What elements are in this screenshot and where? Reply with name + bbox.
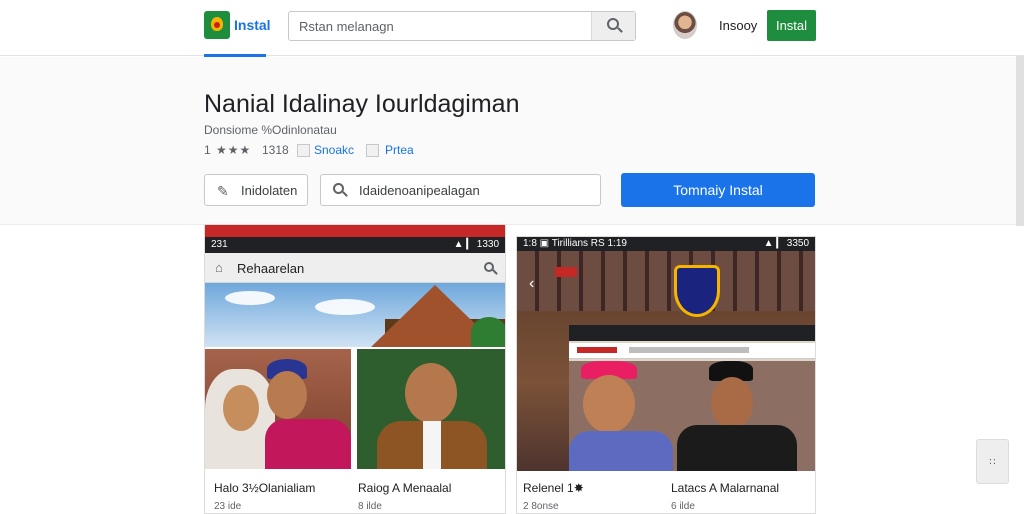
rating-stars-icon: ★★★	[216, 143, 252, 157]
top-bar: Instal Rstan melanagn Insooy Instal	[0, 0, 1024, 57]
rating-count: 1318	[262, 143, 289, 157]
inner-screen	[569, 325, 815, 471]
back-icon[interactable]: ‹	[529, 275, 534, 293]
red-badge	[555, 267, 577, 277]
install-button[interactable]: Tomnaiy Instal	[621, 173, 815, 207]
search-icon[interactable]	[484, 262, 494, 272]
item-caption[interactable]: Raiog A Menaalal	[358, 481, 451, 495]
item-caption[interactable]: Latacs A Malarnanal	[671, 481, 779, 495]
user-name[interactable]: Insooy	[719, 18, 757, 33]
logo-icon[interactable]	[204, 11, 230, 39]
tag1-label[interactable]: Snoakc	[314, 143, 354, 157]
appbar-label: Rehaarelan	[237, 261, 305, 276]
emblem-icon	[674, 265, 720, 317]
status-icons: ▲ ▎ 1330	[453, 239, 499, 250]
photo-2[interactable]	[357, 349, 505, 469]
tag2-label[interactable]: Prtea	[385, 143, 414, 157]
status-time: 231	[211, 239, 228, 250]
status-time: 1:8 ▣ Tirillians RS 1:19	[523, 238, 627, 249]
app-developer[interactable]: Donsiome %Odinlonatau	[204, 123, 337, 137]
search-field[interactable]: Rstan melanagn	[288, 11, 636, 41]
secondary-search-field[interactable]: Idaidenoanipealagan	[320, 174, 601, 206]
floating-side-button[interactable]: ∷	[976, 439, 1009, 484]
photo-1[interactable]	[205, 349, 351, 469]
phone-top-accent	[205, 225, 505, 237]
status-bar: 231 ▲ ▎ 1330	[205, 237, 505, 253]
edit-icon: ✎	[217, 183, 229, 199]
logo-text[interactable]: Instal	[234, 17, 271, 33]
background-image: ‹	[517, 251, 815, 471]
status-bar: 1:8 ▣ Tirillians RS 1:19 ▲ ▎ 3350	[517, 237, 815, 251]
search-placeholder: Rstan melanagn	[299, 19, 394, 34]
secondary-search-label: Idaidenoanipealagan	[359, 183, 480, 198]
wishlist-label: Inidolaten	[241, 183, 298, 198]
tag1-checkbox[interactable]	[297, 144, 310, 157]
home-icon[interactable]: ⌂	[215, 260, 223, 275]
item-subcaption: 8 ilde	[358, 501, 382, 512]
search-button[interactable]	[591, 12, 635, 40]
search-icon	[333, 183, 344, 194]
screenshot-1[interactable]: 231 ▲ ▎ 1330 ⌂ Rehaarelan Halo 3½Olanial…	[204, 224, 506, 514]
item-subcaption: 6 ilde	[671, 501, 695, 512]
tag2-checkbox[interactable]	[366, 144, 379, 157]
phone-appbar: ⌂ Rehaarelan	[205, 253, 505, 283]
status-icons: ▲ ▎ 3350	[763, 238, 809, 249]
search-icon	[607, 18, 619, 30]
wishlist-button[interactable]: ✎ Inidolaten	[204, 174, 308, 206]
item-caption[interactable]: Relenel 1✸	[523, 481, 584, 495]
scrollbar[interactable]	[1016, 56, 1024, 226]
banner-tree	[471, 317, 505, 347]
top-install-button[interactable]: Instal	[767, 10, 816, 41]
item-subcaption: 2 8onse	[523, 501, 559, 512]
avatar[interactable]	[673, 11, 697, 39]
item-subcaption: 23 ide	[214, 501, 242, 512]
item-caption[interactable]: Halo 3½Olanialiam	[214, 481, 315, 495]
rating-value: 1	[204, 143, 211, 157]
screenshot-2[interactable]: 1:8 ▣ Tirillians RS 1:19 ▲ ▎ 3350 ‹ Rele…	[516, 236, 816, 514]
app-title: Nanial Idalinay Iourldagiman	[204, 90, 520, 118]
